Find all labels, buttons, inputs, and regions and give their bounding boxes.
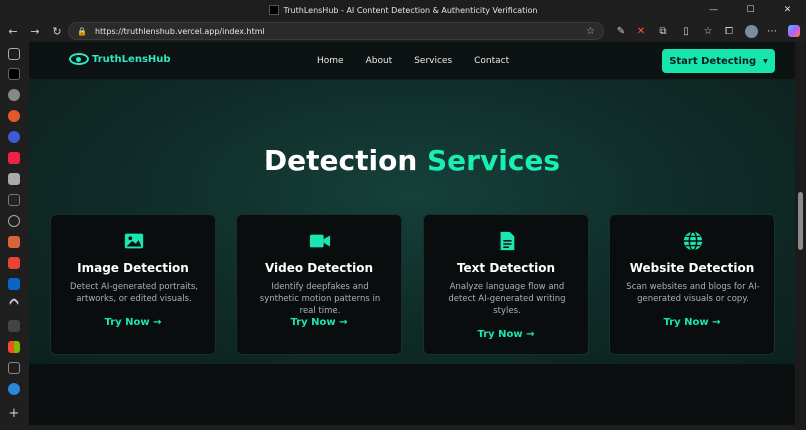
document-icon xyxy=(500,231,515,251)
tab-b-icon[interactable] xyxy=(8,194,20,206)
card-website-detection: Website Detection Scan websites and blog… xyxy=(609,214,775,355)
eye-logo-icon xyxy=(69,53,89,65)
tab-github-icon[interactable] xyxy=(8,89,20,101)
nav-contact[interactable]: Contact xyxy=(474,56,509,66)
maximize-icon[interactable]: ☐ xyxy=(732,0,769,20)
tab-globe-icon[interactable] xyxy=(8,215,20,227)
window-title-bar: TruthLensHub - AI Content Detection & Au… xyxy=(0,0,806,20)
card-title: Text Detection xyxy=(456,261,556,275)
url-text: https://truthlenshub.vercel.app/index.ht… xyxy=(94,26,265,36)
browser-sidebar: + xyxy=(0,42,29,430)
site-favicon-icon xyxy=(268,5,279,15)
back-icon[interactable]: ← xyxy=(2,20,24,42)
page-scrollbar[interactable] xyxy=(795,42,806,430)
more-menu-icon[interactable]: ⋯ xyxy=(761,20,783,42)
tab-office-icon[interactable] xyxy=(8,341,20,353)
try-now-link[interactable]: Try Now → xyxy=(51,317,215,328)
try-now-link[interactable]: Try Now → xyxy=(424,329,588,340)
scrollbar-thumb[interactable] xyxy=(798,192,803,250)
lock-icon: 🔒 xyxy=(77,26,87,36)
card-description: Analyze language flow and detect AI-gene… xyxy=(448,282,566,316)
favorite-star-icon[interactable]: ☆ xyxy=(586,26,595,37)
favorites-icon[interactable]: ☆ xyxy=(697,20,719,42)
tab-folder-icon[interactable] xyxy=(8,173,20,185)
start-detecting-button[interactable]: Start Detecting ▼ xyxy=(662,49,775,73)
pen-extension-icon[interactable]: ✎ xyxy=(610,20,632,42)
puzzle-extensions-icon[interactable]: ⧉ xyxy=(652,20,674,42)
browser-toolbar: ← → ↻ 🔒 https://truthlenshub.vercel.app/… xyxy=(0,20,806,42)
logo-text: TruthLensHub xyxy=(92,53,171,65)
service-cards: Image Detection Detect AI-generated port… xyxy=(50,214,776,355)
main-nav: Home About Services Contact xyxy=(317,56,531,66)
try-now-link[interactable]: Try Now → xyxy=(610,317,774,328)
profile-avatar[interactable] xyxy=(740,20,762,42)
close-window-icon[interactable]: ✕ xyxy=(769,0,806,20)
card-description: Detect AI-generated portraits, artworks,… xyxy=(70,282,198,304)
nav-home[interactable]: Home xyxy=(317,56,344,66)
globe-icon xyxy=(683,231,703,251)
title-accent: Services xyxy=(427,144,561,177)
x-extension-icon[interactable]: ✕ xyxy=(630,20,652,42)
try-now-link[interactable]: Try Now → xyxy=(237,317,401,328)
tab-doc-icon[interactable] xyxy=(8,362,20,374)
cta-label: Start Detecting xyxy=(669,55,757,67)
refresh-icon[interactable]: ↻ xyxy=(46,20,68,42)
tab-blue-icon[interactable] xyxy=(8,131,20,143)
collections-icon[interactable]: ⧠ xyxy=(718,20,740,42)
title-main: Detection xyxy=(263,144,418,177)
address-bar[interactable]: 🔒 https://truthlenshub.vercel.app/index.… xyxy=(68,22,604,40)
card-image-detection: Image Detection Detect AI-generated port… xyxy=(50,214,216,355)
video-icon xyxy=(309,234,331,248)
forward-icon[interactable]: → xyxy=(24,20,46,42)
minimize-icon[interactable]: — xyxy=(695,0,732,20)
copilot-icon[interactable] xyxy=(783,20,805,42)
card-description: Scan websites and blogs for AI-generated… xyxy=(626,282,760,304)
tab-app-icon[interactable] xyxy=(8,110,20,122)
image-icon xyxy=(124,233,144,249)
web-page: TruthLensHub Home About Services Contact… xyxy=(29,42,795,425)
tab-blue2-icon[interactable] xyxy=(8,383,20,395)
tab-red-icon[interactable] xyxy=(8,152,20,164)
nav-services[interactable]: Services xyxy=(414,56,452,66)
tab-orange-icon[interactable] xyxy=(8,236,20,248)
card-title: Website Detection xyxy=(629,261,755,275)
nav-about[interactable]: About xyxy=(366,56,393,66)
site-logo[interactable]: TruthLensHub xyxy=(69,53,171,65)
tab-grey-icon[interactable] xyxy=(8,320,20,332)
window-title: TruthLensHub - AI Content Detection & Au… xyxy=(283,5,538,15)
window-controls: — ☐ ✕ xyxy=(695,0,806,20)
card-title: Video Detection xyxy=(264,261,374,275)
site-header: TruthLensHub Home About Services Contact… xyxy=(29,42,795,80)
tab-current-icon[interactable] xyxy=(8,68,20,80)
card-text-detection: Text Detection Analyze language flow and… xyxy=(423,214,589,355)
tab-linkedin-icon[interactable] xyxy=(8,278,20,290)
services-section: Detection Services Image Detection Detec… xyxy=(29,80,795,364)
card-video-detection: Video Detection Identify deepfakes and s… xyxy=(236,214,402,355)
card-description: Identify deepfakes and synthetic motion … xyxy=(259,282,381,316)
add-tab-icon[interactable]: + xyxy=(8,407,20,420)
tab-arrow-icon[interactable] xyxy=(8,297,20,309)
split-screen-icon[interactable]: ▯ xyxy=(675,20,697,42)
tab-gmail-icon[interactable] xyxy=(8,257,20,269)
next-section xyxy=(29,364,795,425)
section-title: Detection Services xyxy=(29,144,795,177)
tab-actions-icon[interactable] xyxy=(8,48,20,60)
caret-down-icon: ▼ xyxy=(763,57,768,65)
card-title: Image Detection xyxy=(77,261,189,275)
